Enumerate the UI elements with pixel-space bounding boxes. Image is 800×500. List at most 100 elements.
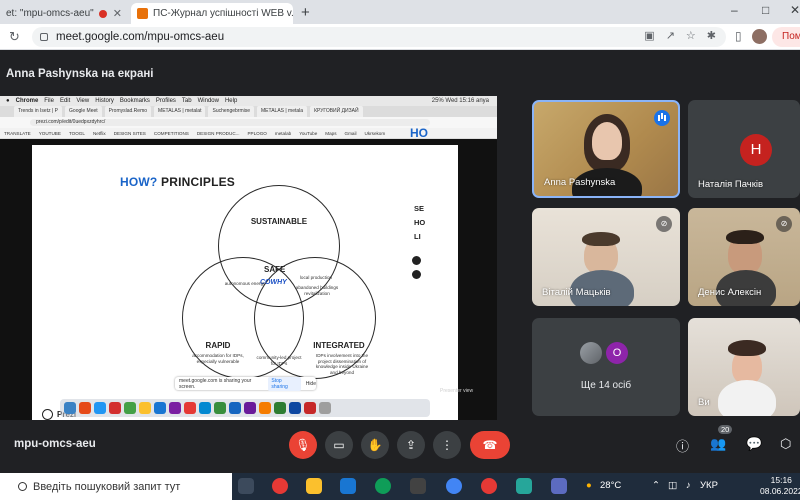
- new-tab-button[interactable]: +: [301, 4, 310, 21]
- edge-icon[interactable]: [375, 478, 391, 494]
- camera-button[interactable]: ▭: [325, 431, 353, 459]
- share-icon[interactable]: ↗: [666, 29, 675, 42]
- camera-indicator-icon[interactable]: ▣: [644, 29, 654, 42]
- viber-icon: [244, 402, 256, 414]
- reload-icon[interactable]: ↻: [9, 29, 20, 45]
- info-icon[interactable]: ⓘ: [676, 436, 689, 455]
- language-indicator[interactable]: УКР: [700, 480, 718, 491]
- speaking-indicator-icon: [654, 110, 670, 126]
- hide-button[interactable]: Hide: [306, 381, 316, 387]
- participant-tile-more[interactable]: О Ще 14 осіб: [532, 318, 680, 416]
- update-button[interactable]: Поми: [772, 27, 800, 47]
- participant-body: [718, 380, 776, 416]
- app-icon[interactable]: [551, 478, 567, 494]
- chat-icon[interactable]: 💬: [746, 436, 762, 452]
- maximize-button[interactable]: □: [762, 3, 769, 17]
- store-icon[interactable]: [340, 478, 356, 494]
- menubar-item: Edit: [59, 98, 71, 104]
- participant-tile-natalia[interactable]: Н Наталія Пачків: [688, 100, 800, 198]
- explorer-icon[interactable]: [306, 478, 322, 494]
- minimize-button[interactable]: –: [731, 3, 738, 17]
- bookmark: YouTube: [299, 130, 318, 136]
- photoshop-icon: [184, 402, 196, 414]
- note-local-production: local production: [299, 275, 333, 280]
- inner-tab: КРУГОВИЙ ДИЗАЙ: [310, 106, 363, 117]
- screen-share-banner: meet.google.com is sharing your screen. …: [175, 376, 316, 391]
- mic-off-icon: ⊘: [776, 216, 792, 232]
- prezi-icon: [42, 409, 53, 420]
- illustrator-icon: [259, 402, 271, 414]
- opera-icon[interactable]: [481, 478, 497, 494]
- inner-tab: METALAS | metala: [257, 106, 308, 117]
- label-safe: SAFE: [264, 265, 286, 274]
- mic-off-button[interactable]: 🎙: [289, 431, 317, 459]
- slide-title-rest: PRINCIPLES: [157, 175, 236, 189]
- more-avatars: О: [580, 342, 628, 364]
- search-icon: [18, 482, 27, 491]
- tab-journal[interactable]: ПС-Журнал успішності WEB v.3 ✕: [131, 3, 293, 24]
- side-panel-icon[interactable]: ▯: [735, 29, 742, 43]
- share-banner-text: meet.google.com is sharing your screen.: [179, 377, 252, 390]
- slide-title: HOW? PRINCIPLES: [120, 175, 235, 189]
- app-icon[interactable]: [410, 478, 426, 494]
- mac-menubar: ● Chrome File Edit View History Bookmark…: [0, 96, 497, 106]
- more-options-button[interactable]: ⋮: [433, 431, 461, 459]
- participant-tile-denys[interactable]: ⊘ Денис Алексін: [688, 208, 800, 306]
- inner-tab: METALAS | metalat: [154, 106, 206, 117]
- activities-icon[interactable]: ⬡: [780, 436, 791, 452]
- menubar-item: Window: [197, 98, 219, 104]
- menubar-item: History: [95, 98, 114, 104]
- sheet-favicon-icon: [137, 8, 148, 19]
- system-clock[interactable]: 15:16 08.06.2022: [760, 475, 800, 497]
- inner-url: prezi.com/p/edit/0uedpxzdyhrc/: [30, 119, 430, 126]
- slide-title-how: HOW?: [120, 175, 158, 189]
- apple-icon: ●: [6, 98, 10, 104]
- participant-tile-anna[interactable]: Anna Pashynska: [532, 100, 680, 198]
- volume-icon[interactable]: ♪: [686, 480, 691, 491]
- note-integrated-desc: IDPs involvement into the project dissem…: [315, 353, 369, 375]
- tab-meet[interactable]: et: "mpu-omcs-aeu" ✕: [0, 3, 128, 24]
- stop-sharing-button[interactable]: Stop sharing: [268, 376, 301, 391]
- chrome-taskbar-icon[interactable]: [272, 478, 288, 494]
- bookmark: DESIGN PRODUC...: [196, 130, 240, 136]
- avatar: [580, 342, 602, 364]
- close-window-button[interactable]: ✕: [790, 3, 800, 17]
- tab-title: ПС-Журнал успішності WEB v.3: [153, 8, 293, 19]
- bookmark-star-icon[interactable]: ☆: [686, 29, 696, 42]
- browser-toolbar: ↻ meet.google.com/mpu-omcs-aeu ▣ ↗ ☆ ✱ ▯…: [0, 24, 800, 50]
- end-call-button[interactable]: ☎: [470, 431, 510, 459]
- browser-tab-strip: et: "mpu-omcs-aeu" ✕ ПС-Журнал успішност…: [0, 0, 800, 24]
- participant-tile-vitaliy[interactable]: ⊘ Віталій Мацьків: [532, 208, 680, 306]
- raise-hand-button[interactable]: ✋: [361, 431, 389, 459]
- peek-line: SE: [414, 204, 425, 213]
- chrome-active-icon[interactable]: [446, 478, 462, 494]
- presenter-view-button[interactable]: Presenter view: [440, 388, 473, 394]
- shared-screen[interactable]: ● Chrome File Edit View History Bookmark…: [0, 96, 497, 420]
- avatar[interactable]: [752, 29, 767, 44]
- taskbar-search[interactable]: Введіть пошуковий запит тут: [0, 473, 232, 500]
- network-icon[interactable]: ◫: [668, 480, 677, 491]
- appstore-icon: [154, 402, 166, 414]
- participant-name: Ви: [698, 397, 710, 408]
- task-view-icon[interactable]: [238, 478, 254, 494]
- windows-taskbar: Введіть пошуковий запит тут ● 28°C ⌃ ◫ ♪…: [0, 473, 800, 500]
- extensions-icon[interactable]: ✱: [707, 29, 716, 42]
- label-rapid: RAPID: [205, 341, 231, 350]
- participant-name: Наталія Пачків: [698, 179, 764, 190]
- clock-icon: [412, 270, 421, 279]
- finder-icon: [64, 402, 76, 414]
- app-icon[interactable]: [516, 478, 532, 494]
- tray-chevron-icon[interactable]: ⌃: [652, 480, 660, 491]
- people-icon[interactable]: 👥: [710, 436, 726, 452]
- participant-hair: [728, 340, 766, 356]
- bookmark: PPLOGO: [247, 130, 267, 136]
- close-icon[interactable]: ✕: [113, 7, 122, 20]
- participant-tile-self[interactable]: Ви: [688, 318, 800, 416]
- clock-time: 15:16: [770, 475, 792, 485]
- temperature[interactable]: 28°C: [600, 480, 621, 491]
- bookmark: COMPETITIONS: [153, 130, 189, 136]
- address-bar[interactable]: meet.google.com/mpu-omcs-aeu ▣ ↗ ☆ ✱: [32, 27, 726, 47]
- trash-icon: [319, 402, 331, 414]
- present-now-button[interactable]: ⇪: [397, 431, 425, 459]
- bookmark: metalab: [274, 130, 292, 136]
